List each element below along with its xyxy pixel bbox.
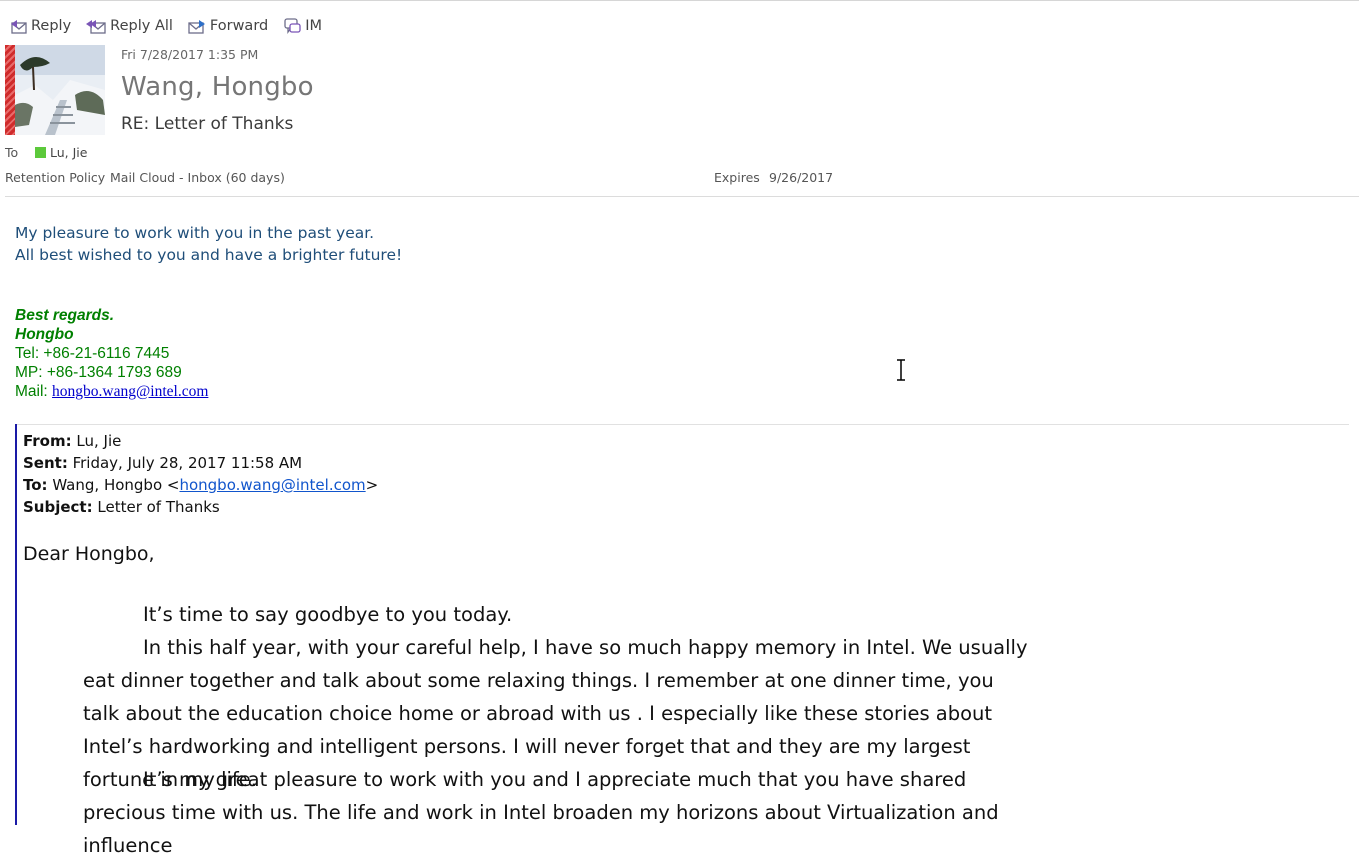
signature-regards: Best regards. bbox=[15, 307, 115, 324]
retention-value: Mail Cloud - Inbox (60 days) bbox=[110, 170, 285, 185]
reading-pane-toolbar: Reply Reply All Forward IM bbox=[6, 14, 324, 38]
expires-row: Expires 9/26/2017 bbox=[714, 170, 833, 185]
quoted-sent: Sent: Friday, July 28, 2017 11:58 AM bbox=[23, 454, 302, 472]
quoted-to-suffix: > bbox=[365, 476, 379, 494]
quoted-from-value: Lu, Jie bbox=[71, 432, 122, 450]
signature-mail-label: Mail: bbox=[15, 383, 53, 400]
quoted-from: From: Lu, Jie bbox=[23, 432, 121, 450]
im-label: IM bbox=[305, 18, 323, 34]
quoted-subject: Subject: Letter of Thanks bbox=[23, 498, 220, 516]
quoted-sent-label: Sent: bbox=[23, 454, 68, 472]
quoted-subject-label: Subject: bbox=[23, 498, 93, 516]
quoted-to: To: Wang, Hongbo <hongbo.wang@intel.com> bbox=[23, 476, 378, 494]
reply-line-1: My pleasure to work with you in the past… bbox=[15, 224, 375, 242]
retention-label: Retention Policy bbox=[5, 170, 106, 185]
top-border bbox=[0, 0, 1359, 1]
quoted-greeting: Dear Hongbo, bbox=[23, 543, 155, 565]
expires-value: 9/26/2017 bbox=[769, 170, 834, 185]
quoted-paragraph-1: It’s time to say goodbye to you today. bbox=[143, 603, 513, 626]
recipient-name[interactable]: Lu, Jie bbox=[50, 145, 87, 160]
reply-label: Reply bbox=[31, 18, 72, 34]
presence-indicator bbox=[35, 147, 46, 158]
quoted-paragraph-3: It’s my great pleasure to work with you … bbox=[83, 768, 999, 857]
message-subject: RE: Letter of Thanks bbox=[121, 114, 294, 134]
quoted-subject-value: Letter of Thanks bbox=[92, 498, 220, 516]
signature-mail: Mail: hongbo.wang@intel.com bbox=[15, 383, 208, 401]
to-label: To bbox=[5, 145, 19, 160]
to-row: To Lu, Jie bbox=[5, 145, 87, 160]
im-icon bbox=[282, 17, 302, 35]
quote-bar bbox=[15, 424, 17, 825]
forward-icon bbox=[187, 17, 207, 35]
forward-button[interactable]: Forward bbox=[185, 17, 270, 35]
header-divider bbox=[5, 196, 1359, 197]
text-cursor-icon bbox=[897, 359, 905, 381]
signature-tel: Tel: +86-21-6116 7445 bbox=[15, 345, 170, 362]
expires-label: Expires bbox=[714, 170, 760, 185]
quote-separator bbox=[15, 424, 1349, 425]
reply-all-button[interactable]: Reply All bbox=[83, 17, 175, 35]
forward-label: Forward bbox=[209, 18, 269, 34]
quoted-sent-value: Friday, July 28, 2017 11:58 AM bbox=[67, 454, 303, 472]
reply-line-2: All best wished to you and have a bright… bbox=[15, 246, 403, 264]
sent-datetime: Fri 7/28/2017 1:35 PM bbox=[121, 47, 259, 62]
reply-all-icon bbox=[85, 17, 107, 35]
sender-photo[interactable] bbox=[5, 45, 105, 135]
retention-policy-row: Retention Policy Mail Cloud - Inbox (60 … bbox=[5, 170, 285, 185]
quoted-to-value: Wang, Hongbo < bbox=[47, 476, 180, 494]
reply-icon bbox=[8, 17, 28, 35]
quoted-from-label: From: bbox=[23, 432, 72, 450]
signature-name: Hongbo bbox=[15, 326, 74, 343]
quoted-to-email-link[interactable]: hongbo.wang@intel.com bbox=[179, 476, 365, 494]
sender-name[interactable]: Wang, Hongbo bbox=[121, 72, 314, 102]
quoted-to-label: To: bbox=[23, 476, 48, 494]
im-button[interactable]: IM bbox=[280, 17, 324, 35]
avatar bbox=[15, 45, 105, 135]
signature-mail-link[interactable]: hongbo.wang@intel.com bbox=[52, 383, 208, 400]
presence-stripe bbox=[5, 45, 15, 135]
reply-all-label: Reply All bbox=[110, 18, 173, 34]
reply-button[interactable]: Reply bbox=[6, 17, 73, 35]
signature-mp: MP: +86-1364 1793 689 bbox=[15, 364, 182, 381]
